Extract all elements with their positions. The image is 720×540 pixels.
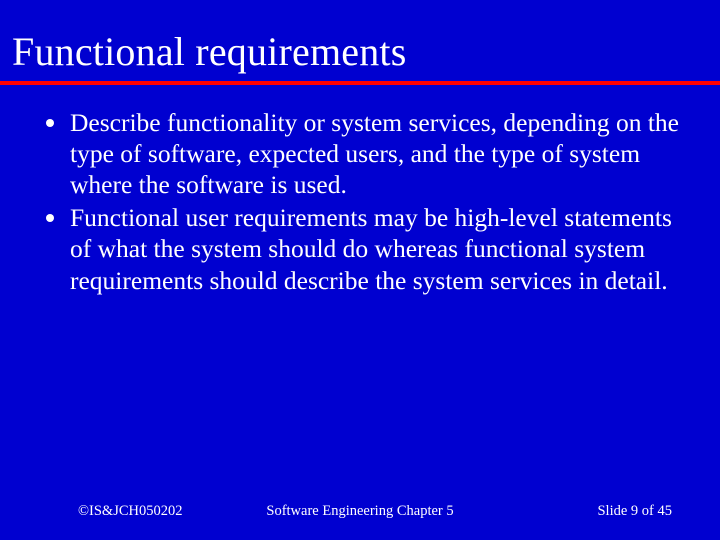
- list-item: Functional user requirements may be high…: [30, 202, 680, 295]
- list-item: Describe functionality or system service…: [30, 107, 680, 200]
- footer-slide-number: Slide 9 of 45: [597, 503, 672, 520]
- footer-copyright: ©IS&JCH050202: [78, 503, 182, 520]
- slide-body: Describe functionality or system service…: [0, 85, 720, 296]
- bullet-text: Functional user requirements may be high…: [70, 202, 680, 295]
- bullet-icon: [30, 202, 70, 222]
- slide-title: Functional requirements: [0, 0, 720, 85]
- footer-chapter: Software Engineering Chapter 5: [266, 503, 453, 520]
- slide-footer: ©IS&JCH050202 Software Engineering Chapt…: [0, 503, 720, 520]
- bullet-text: Describe functionality or system service…: [70, 107, 680, 200]
- bullet-icon: [30, 107, 70, 127]
